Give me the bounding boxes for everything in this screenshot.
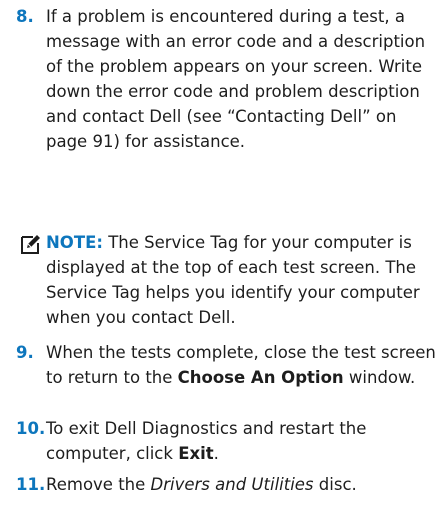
step-8: 8. If a problem is encountered during a … (16, 4, 436, 154)
step-text-part: window. (343, 368, 416, 387)
exit-label: Exit (178, 444, 214, 463)
note-label: NOTE: (46, 233, 103, 252)
step-number: 10. (16, 419, 46, 438)
option-name: Choose An Option (177, 368, 344, 387)
pencil-note-icon (20, 233, 42, 255)
step-text-part: Remove the (46, 475, 151, 494)
disc-name: Drivers and Utilities (150, 475, 314, 494)
step-text-part: . (213, 444, 219, 463)
step-number: 9. (16, 343, 34, 362)
step-10: 10. To exit Dell Diagnostics and restart… (16, 416, 436, 466)
step-9: 9. When the tests complete, close the te… (16, 340, 436, 390)
note-block: NOTE: The Service Tag for your computer … (20, 230, 440, 330)
note-text: NOTE: The Service Tag for your computer … (46, 230, 440, 330)
manual-page: 8. If a problem is encountered during a … (0, 0, 444, 507)
step-11: 11. Remove the Drivers and Utilities dis… (16, 472, 436, 497)
step-number: 8. (16, 7, 34, 26)
note-content: The Service Tag for your computer is dis… (46, 233, 420, 327)
step-text-part: disc. (313, 475, 357, 494)
step-number: 11. (16, 475, 46, 494)
step-text: When the tests complete, close the test … (46, 340, 436, 390)
step-text: Remove the Drivers and Utilities disc. (46, 472, 436, 497)
step-text: If a problem is encountered during a tes… (46, 7, 426, 151)
step-text: To exit Dell Diagnostics and restart the… (46, 416, 436, 466)
